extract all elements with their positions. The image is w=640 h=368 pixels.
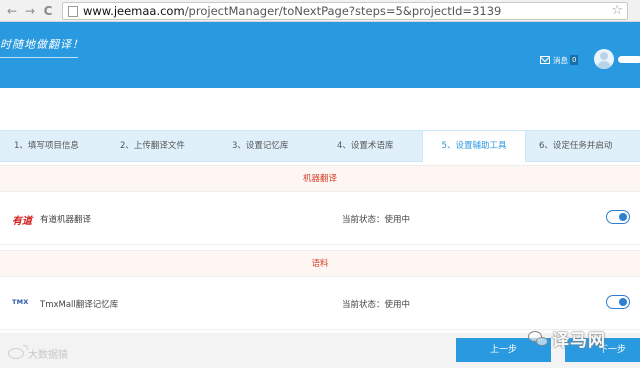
- mail-icon: [540, 56, 550, 64]
- watermark-right-text: 译马网: [552, 331, 606, 351]
- tab-task-start[interactable]: 6、设定任务并启动: [539, 131, 612, 162]
- address-bar[interactable]: www.jeemaa.com/projectManager/toNextPage…: [62, 2, 628, 20]
- url-host: www.jeemaa.com: [83, 4, 185, 18]
- section-machine-translation: 机器翻译: [0, 165, 640, 192]
- back-icon[interactable]: ←: [4, 3, 20, 19]
- url-text[interactable]: www.jeemaa.com/projectManager/toNextPage…: [83, 4, 501, 19]
- watermark-left: 大数据猿: [8, 345, 68, 361]
- messages-label: 消息: [553, 55, 568, 65]
- header-slogan: 时随地做翻译！: [0, 38, 84, 51]
- user-avatar[interactable]: [594, 49, 614, 69]
- slogan-underline: [0, 57, 78, 58]
- messages-count-badge: 0: [570, 55, 579, 65]
- messages-link[interactable]: 消息 0: [540, 54, 579, 66]
- site-header: 时随地做翻译！ 消息 0: [0, 22, 640, 88]
- tab-termbase[interactable]: 4、设置术语库: [337, 131, 393, 162]
- youdao-logo: 有道: [12, 216, 32, 227]
- bookmark-star-icon[interactable]: ☆: [611, 3, 623, 19]
- reload-icon[interactable]: C: [40, 3, 56, 19]
- tab-memory[interactable]: 3、设置记忆库: [232, 131, 288, 162]
- tab-assist-tools[interactable]: 5、设置辅助工具: [422, 131, 526, 162]
- toggle-knob: [619, 212, 627, 221]
- username-redacted[interactable]: [618, 56, 640, 63]
- url-path: /projectManager/toNextPage?steps=5&proje…: [184, 4, 502, 18]
- tmxmall-logo: TMX: [12, 298, 29, 306]
- step-tabs: 1、填写项目信息 2、上传翻译文件 3、设置记忆库 4、设置术语库 5、设置辅助…: [0, 130, 640, 162]
- weibo-icon: [8, 345, 28, 359]
- section-corpus: 语料: [0, 250, 640, 277]
- tool-row-tmxmall: TMX TmxMall翻译记忆库 当前状态：使用中: [0, 278, 640, 330]
- youdao-toggle[interactable]: [606, 210, 630, 224]
- tool-name: 有道机器翻译: [40, 215, 92, 225]
- browser-toolbar: ← → C www.jeemaa.com/projectManager/toNe…: [0, 0, 640, 22]
- watermark-right: 译马网: [528, 326, 606, 351]
- watermark-left-text: 大数据猿: [28, 350, 68, 361]
- tool-row-youdao: 有道 有道机器翻译 当前状态：使用中: [0, 193, 640, 245]
- tab-upload-files[interactable]: 2、上传翻译文件: [120, 131, 185, 162]
- wechat-icon: [528, 330, 548, 347]
- tab-project-info[interactable]: 1、填写项目信息: [14, 131, 79, 162]
- tmxmall-toggle[interactable]: [606, 295, 630, 309]
- tool-name: TmxMall翻译记忆库: [40, 300, 119, 310]
- toggle-knob: [619, 297, 627, 306]
- page: ← → C www.jeemaa.com/projectManager/toNe…: [0, 0, 640, 368]
- page-icon: [68, 6, 78, 17]
- tool-status: 当前状态：使用中: [342, 300, 411, 310]
- tool-status: 当前状态：使用中: [342, 215, 411, 225]
- forward-icon[interactable]: →: [22, 3, 38, 19]
